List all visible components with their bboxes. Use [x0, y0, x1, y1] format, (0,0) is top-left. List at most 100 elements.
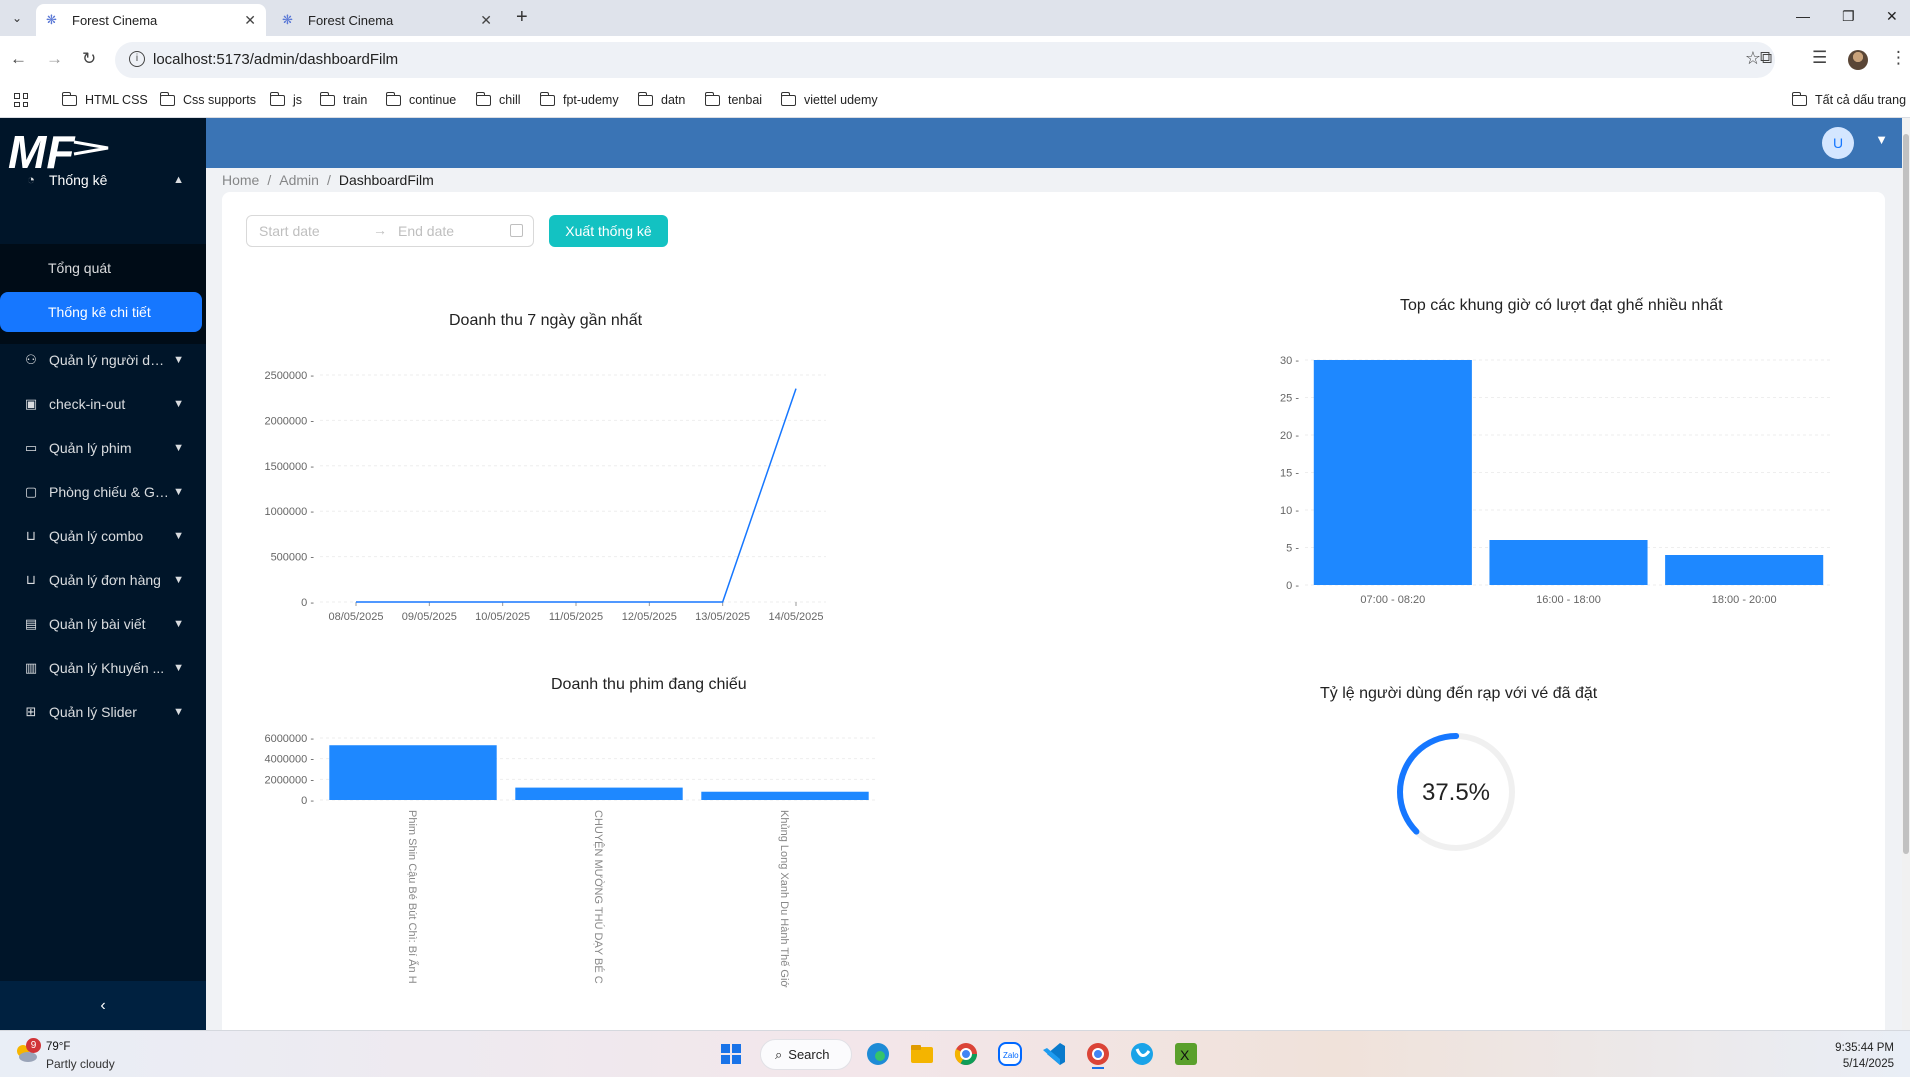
- y-tick-label: 15 -: [1280, 468, 1299, 480]
- chart-title-revenue-7-days: Doanh thu 7 ngày gần nhất: [449, 312, 643, 329]
- chrome-profile-icon[interactable]: [1083, 1039, 1113, 1069]
- weather-desc[interactable]: Partly cloudy: [46, 1057, 115, 1071]
- browser-tab-active[interactable]: ❋ Forest Cinema ✕: [36, 4, 266, 36]
- submenu-item-thong-ke-chi-tiet[interactable]: Thống kê chi tiết: [0, 292, 202, 332]
- end-date-input[interactable]: End date: [398, 223, 454, 239]
- site-info-icon[interactable]: i: [129, 51, 145, 67]
- video-icon: ▭: [24, 440, 38, 455]
- x-tick-label: 18:00 - 20:00: [1712, 594, 1777, 606]
- bookmark-folder[interactable]: viettel udemy: [780, 91, 878, 107]
- tab-search-chevron-icon[interactable]: ⌄: [6, 7, 28, 29]
- windows-start-icon[interactable]: [716, 1039, 746, 1069]
- browser-app-icon[interactable]: [1127, 1039, 1157, 1069]
- vscode-icon[interactable]: [1039, 1039, 1069, 1069]
- menu-item-users[interactable]: ⚇ Quản lý người dù... ▼: [0, 340, 206, 380]
- menu-item-combo[interactable]: ⊔ Quản lý combo ▼: [0, 516, 206, 556]
- address-bar[interactable]: i localhost:5173/admin/dashboardFilm ☆: [115, 42, 1775, 78]
- search-icon: ⌕: [775, 1046, 783, 1062]
- folder-icon: [475, 91, 491, 106]
- close-window-icon[interactable]: ✕: [1886, 8, 1898, 25]
- x-tick-label: 07:00 - 08:20: [1360, 594, 1425, 606]
- y-tick-label: 2500000 -: [264, 370, 314, 382]
- new-tab-icon[interactable]: +: [516, 7, 528, 27]
- x-tick-label: 12/05/2025: [622, 611, 677, 623]
- media-control-icon[interactable]: ☰: [1812, 48, 1827, 68]
- bookmark-folder[interactable]: chill: [475, 91, 521, 107]
- browser-menu-icon[interactable]: ⋮: [1890, 48, 1907, 68]
- menu-item-check-in-out[interactable]: ▣ check-in-out ▼: [0, 384, 206, 424]
- chevron-down-icon: ▼: [173, 706, 184, 718]
- profile-avatar[interactable]: [1848, 50, 1868, 70]
- scrollbar-thumb[interactable]: [1903, 134, 1909, 854]
- menu-group-thong-ke[interactable]: ◔ Thống kê ▲: [0, 160, 206, 200]
- user-icon: ⚇: [25, 352, 37, 367]
- folder-icon: [61, 91, 77, 106]
- weather-temp[interactable]: 79°F: [46, 1041, 70, 1053]
- export-stats-button[interactable]: Xuất thống kê: [549, 215, 668, 247]
- chevron-left-icon: ‹: [100, 996, 106, 1014]
- taskbar-search[interactable]: ⌕ Search: [760, 1039, 852, 1070]
- bookmark-folder[interactable]: train: [319, 91, 367, 107]
- bookmark-folder[interactable]: fpt-udemy: [539, 91, 619, 107]
- back-icon[interactable]: ←: [10, 49, 27, 69]
- breadcrumb-home[interactable]: Home: [222, 172, 259, 188]
- zalo-icon[interactable]: Zalo: [995, 1039, 1025, 1069]
- desktop-icon: ▢: [24, 484, 38, 499]
- y-tick-label: 5 -: [1286, 543, 1299, 555]
- bookmark-folder[interactable]: continue: [385, 91, 456, 107]
- menu-item-orders[interactable]: ⊔ Quản lý đơn hàng ▼: [0, 560, 206, 600]
- chevron-down-icon[interactable]: ▼: [1875, 132, 1888, 147]
- avatar[interactable]: U: [1822, 127, 1854, 159]
- y-tick-label: 20 -: [1280, 430, 1299, 442]
- url-text[interactable]: localhost:5173/admin/dashboardFilm: [153, 51, 398, 68]
- folder-icon: [1791, 91, 1807, 106]
- system-clock[interactable]: 9:35:44 PM 5/14/2025: [1835, 1040, 1894, 1072]
- forward-icon[interactable]: →: [46, 49, 63, 69]
- submenu-item-tong-quat[interactable]: Tổng quát: [0, 248, 206, 288]
- ratio-value: 37.5%: [1422, 779, 1490, 806]
- menu-item-rooms[interactable]: ▢ Phòng chiếu & Gi... ▼: [0, 472, 206, 512]
- apps-grid-icon[interactable]: [14, 93, 28, 107]
- top-header: U ▼: [206, 118, 1910, 168]
- bookmark-folder[interactable]: datn: [637, 91, 685, 107]
- date-range-picker[interactable]: Start date → End date: [246, 215, 534, 247]
- chevron-down-icon: ▼: [173, 398, 184, 410]
- breadcrumb-admin[interactable]: Admin: [279, 172, 319, 188]
- menu-item-movies[interactable]: ▭ Quản lý phim ▼: [0, 428, 206, 468]
- xampp-icon[interactable]: X: [1171, 1039, 1201, 1069]
- menu-item-posts[interactable]: ▤ Quản lý bài viết ▼: [0, 604, 206, 644]
- barcode-icon: ▥: [24, 660, 38, 675]
- breadcrumb-separator: /: [267, 172, 272, 188]
- edge-icon[interactable]: [863, 1039, 893, 1069]
- menu-item-promotions[interactable]: ▥ Quản lý Khuyến ... ▼: [0, 648, 206, 688]
- tab-favicon-icon: ❋: [282, 12, 293, 27]
- page-scrollbar[interactable]: [1902, 118, 1910, 1030]
- minimize-icon[interactable]: —: [1796, 8, 1810, 24]
- bookmark-folder[interactable]: tenbai: [704, 91, 762, 107]
- tab-favicon-icon: ❋: [46, 12, 57, 27]
- svg-text:X: X: [1180, 1047, 1190, 1063]
- folder-icon: [269, 91, 285, 106]
- chrome-icon[interactable]: [951, 1039, 981, 1069]
- restore-icon[interactable]: ❐: [1842, 8, 1855, 25]
- chevron-down-icon: ▼: [173, 618, 184, 630]
- close-tab-icon[interactable]: ✕: [480, 12, 492, 29]
- extensions-icon[interactable]: ⧉: [1760, 48, 1772, 68]
- calendar-icon: [510, 224, 523, 237]
- y-tick-label: 30 -: [1280, 355, 1299, 367]
- browser-tab-strip: ⌄ ❋ Forest Cinema ✕ ❋ Forest Cinema ✕ + …: [0, 0, 1910, 36]
- all-bookmarks[interactable]: Tất cả dấu trang: [1791, 91, 1906, 107]
- bookmark-folder[interactable]: js: [269, 91, 302, 107]
- bookmark-folder[interactable]: HTML CSS: [61, 91, 148, 107]
- bookmark-star-icon[interactable]: ☆: [1745, 48, 1761, 69]
- x-tick-label: 10/05/2025: [475, 611, 530, 623]
- file-explorer-icon[interactable]: [907, 1039, 937, 1069]
- bookmark-folder[interactable]: Css supports: [159, 91, 256, 107]
- browser-tab[interactable]: ❋ Forest Cinema ✕: [272, 4, 502, 36]
- start-date-input[interactable]: Start date: [259, 223, 320, 239]
- close-tab-icon[interactable]: ✕: [244, 12, 256, 29]
- sidebar-collapse-button[interactable]: ‹: [0, 981, 206, 1030]
- menu-item-slider[interactable]: ⊞ Quản lý Slider ▼: [0, 692, 206, 732]
- reload-icon[interactable]: ↻: [82, 49, 96, 69]
- bar: [1313, 360, 1472, 585]
